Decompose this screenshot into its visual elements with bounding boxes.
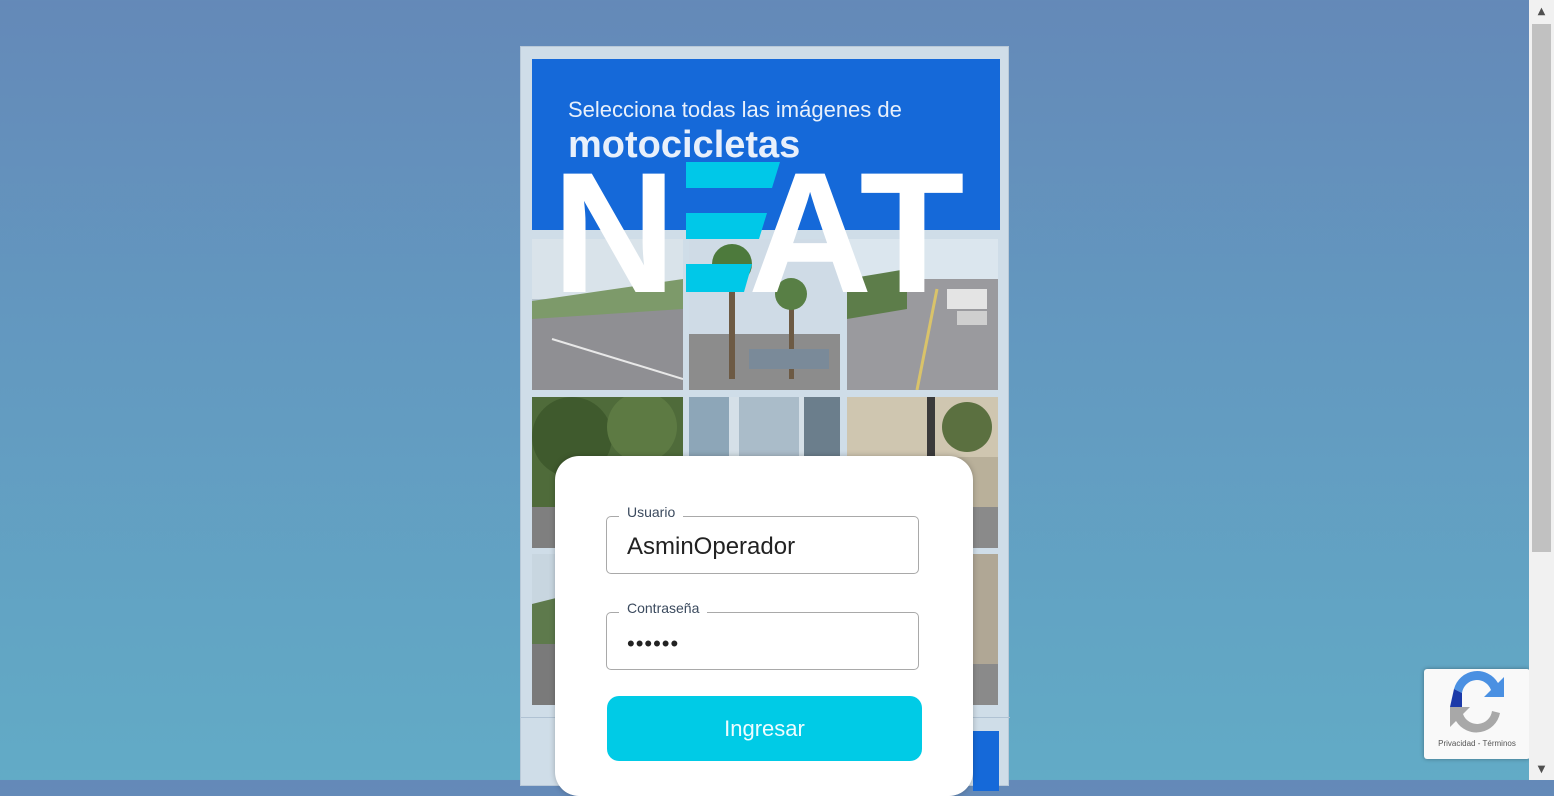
recaptcha-badge[interactable]: Privacidad - Términos — [1424, 669, 1530, 759]
page-scrollbar[interactable]: ▲ ▼ — [1529, 0, 1554, 780]
password-label: Contraseña — [619, 600, 708, 616]
username-label: Usuario — [619, 504, 684, 520]
logo-letters-at: AT — [748, 160, 965, 296]
password-input[interactable]: •••••• — [627, 631, 679, 657]
login-card: Usuario AsminOperador Contraseña •••••• … — [555, 456, 973, 796]
scroll-up-icon[interactable]: ▲ — [1529, 0, 1554, 22]
captcha-verify-button[interactable] — [973, 731, 999, 791]
recaptcha-terms-link[interactable]: Términos — [1483, 739, 1516, 748]
recaptcha-links: Privacidad - Términos — [1424, 739, 1530, 748]
logo-letter-n: N — [552, 160, 676, 296]
captcha-instruction: Selecciona todas las imágenes de — [568, 97, 902, 122]
username-input[interactable]: AsminOperador — [627, 533, 795, 561]
recaptcha-privacy-link[interactable]: Privacidad — [1438, 739, 1475, 748]
scroll-thumb[interactable] — [1532, 24, 1551, 552]
password-field[interactable]: Contraseña •••••• — [606, 600, 919, 670]
login-button[interactable]: Ingresar — [607, 696, 922, 761]
recaptcha-icon — [1450, 671, 1504, 733]
username-field[interactable]: Usuario AsminOperador — [606, 504, 919, 574]
recaptcha-separator: - — [1477, 739, 1481, 748]
scroll-down-icon[interactable]: ▼ — [1529, 758, 1554, 780]
neat-logo: N AT — [552, 137, 976, 329]
